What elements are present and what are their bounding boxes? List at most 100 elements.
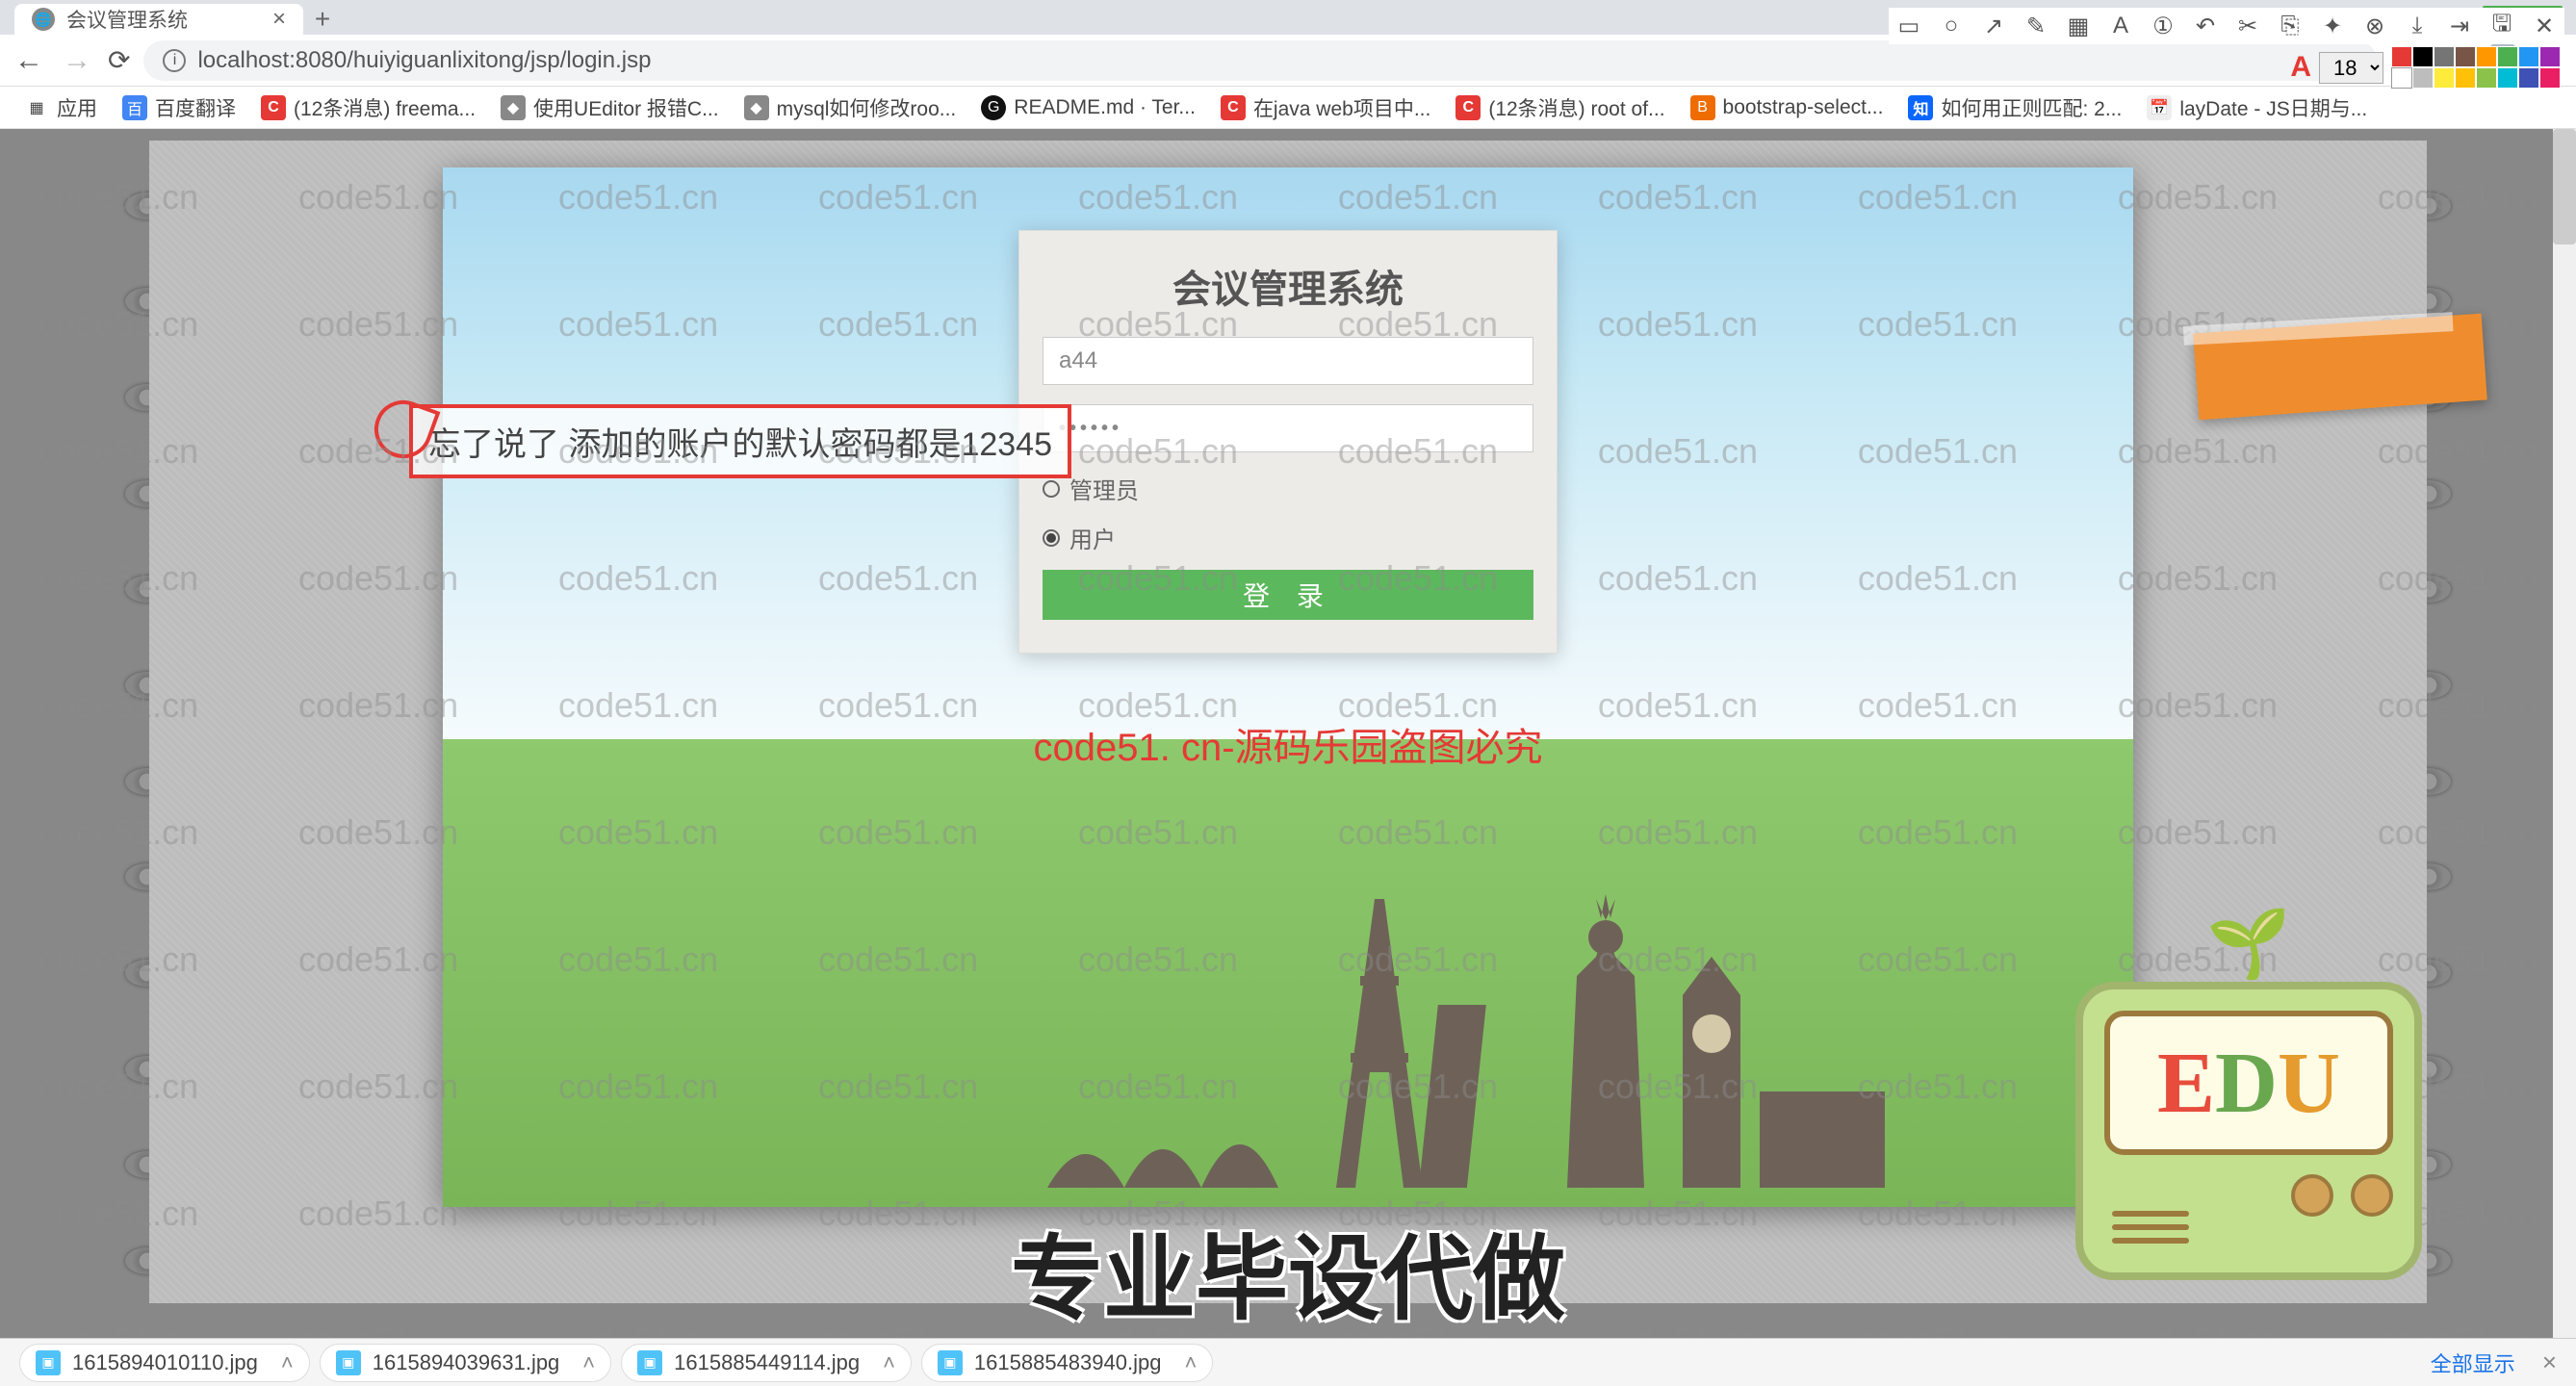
image-file-icon: ▣ <box>938 1350 963 1375</box>
reload-button[interactable]: ⟳ <box>108 44 130 76</box>
downloads-bar: ▣1615894010110.jpg˄ ▣1615894039631.jpg˄ … <box>0 1338 2576 1386</box>
download-item[interactable]: ▣1615894010110.jpg˄ <box>19 1344 310 1382</box>
color-swatch[interactable] <box>2412 67 2434 89</box>
text-style-icon[interactable]: A <box>2290 51 2311 84</box>
text-tool-icon[interactable]: A <box>2104 10 2137 42</box>
download-item[interactable]: ▣1615894039631.jpg˄ <box>320 1344 611 1382</box>
undo-icon[interactable]: ↶ <box>2189 10 2222 42</box>
radio-checked-icon <box>1043 529 1060 547</box>
arrow-tool-icon[interactable]: ↗ <box>1977 10 2010 42</box>
username-input[interactable]: a44 <box>1043 337 1533 385</box>
rect-tool-icon[interactable]: ▭ <box>1893 10 1925 42</box>
pen-tool-icon[interactable]: ✎ <box>2020 10 2052 42</box>
color-swatch[interactable] <box>2455 46 2476 67</box>
download-item[interactable]: ▣1615885483940.jpg˄ <box>921 1344 1213 1382</box>
site-icon: C <box>1221 95 1246 120</box>
color-swatch[interactable] <box>2476 67 2497 89</box>
bookmark-item[interactable]: 百百度翻译 <box>113 90 245 126</box>
role-radio-user[interactable]: 用户 <box>1043 521 1533 554</box>
tv-speaker-lines <box>2112 1211 2189 1244</box>
save-tool-icon[interactable]: 🖫 <box>2486 10 2518 42</box>
chevron-up-icon[interactable]: ˄ <box>281 1350 294 1375</box>
close-icon[interactable]: × <box>272 6 286 33</box>
color-swatch[interactable] <box>2391 46 2412 67</box>
bookmark-item[interactable]: C(12条消息) root of... <box>1446 90 1674 126</box>
login-button[interactable]: 登 录 <box>1043 570 1533 620</box>
bookmark-item[interactable]: 知如何用正则匹配: 2... <box>1898 90 2131 126</box>
bookmarks-bar: ▦应用 百百度翻译 C(12条消息) freema... ◆使用UEditor … <box>0 87 2576 129</box>
radio-icon <box>1043 480 1060 498</box>
site-icon: ◆ <box>744 95 769 120</box>
color-swatch[interactable] <box>2434 46 2455 67</box>
scrollbar-thumb[interactable] <box>2553 129 2576 244</box>
show-all-downloads-link[interactable]: 全部显示 <box>2431 1348 2515 1378</box>
url-text: localhost:8080/huiyiguanlixitong/jsp/log… <box>197 47 651 74</box>
download-item[interactable]: ▣1615885449114.jpg˄ <box>621 1344 912 1382</box>
color-swatches[interactable] <box>2391 46 2564 89</box>
role-radio-admin[interactable]: 管理员 <box>1043 472 1533 505</box>
color-swatch[interactable] <box>2434 67 2455 89</box>
bookmark-item[interactable]: ◆使用UEditor 报错C... <box>491 90 729 126</box>
site-icon: 百 <box>122 95 147 120</box>
ocr-tool-icon[interactable]: ⎘ <box>2274 10 2306 42</box>
landmarks-illustration <box>1028 783 1894 1207</box>
password-input[interactable]: •••••• <box>1043 404 1533 452</box>
color-swatch[interactable] <box>2476 46 2497 67</box>
color-swatch[interactable] <box>2539 46 2561 67</box>
color-swatch[interactable] <box>2391 67 2412 89</box>
copyright-overlay: code51. cn-源码乐园盗图必究 <box>1033 716 1542 772</box>
site-icon: B <box>1690 95 1715 120</box>
url-bar[interactable]: i localhost:8080/huiyiguanlixitong/jsp/l… <box>143 40 2376 81</box>
color-swatch[interactable] <box>2518 46 2539 67</box>
close-bar-icon[interactable]: × <box>2542 1348 2557 1377</box>
site-icon: ◆ <box>501 95 526 120</box>
color-swatch[interactable] <box>2497 46 2518 67</box>
color-swatch[interactable] <box>2455 67 2476 89</box>
bookmark-item[interactable]: 📅layDate - JS日期与... <box>2137 90 2377 126</box>
color-swatch[interactable] <box>2412 46 2434 67</box>
site-icon: 📅 <box>2147 95 2172 120</box>
annotation-callout[interactable]: 忘了说了 添加的账户的默认密码都是12345 <box>409 404 1071 478</box>
circle-tool-icon[interactable]: ○ <box>1935 10 1968 42</box>
sprout-icon: 🌱 <box>2206 905 2290 984</box>
site-icon: G <box>981 95 1006 120</box>
tab-title: 会议管理系统 <box>66 5 188 34</box>
pin-tool-icon[interactable]: ⊗ <box>2358 10 2391 42</box>
back-button[interactable]: ← <box>12 44 46 77</box>
image-file-icon: ▣ <box>637 1350 662 1375</box>
site-icon: 知 <box>1908 95 1933 120</box>
browser-tab[interactable]: 🌐 会议管理系统 × <box>14 4 303 35</box>
mosaic-tool-icon[interactable]: ▦ <box>2062 10 2095 42</box>
color-swatch[interactable] <box>2539 67 2561 89</box>
color-swatch[interactable] <box>2518 67 2539 89</box>
vertical-scrollbar[interactable] <box>2553 129 2576 1338</box>
forward-button[interactable]: → <box>60 44 94 77</box>
bookmark-item[interactable]: ◆mysql如何修改roo... <box>734 90 966 126</box>
bookmark-item[interactable]: C在java web项目中... <box>1211 90 1440 126</box>
number-tool-icon[interactable]: ① <box>2147 10 2179 42</box>
site-icon: C <box>261 95 286 120</box>
image-file-icon: ▣ <box>336 1350 361 1375</box>
video-caption: 专业毕设代做 <box>1011 1204 1565 1338</box>
login-card: 会议管理系统 a44 •••••• 管理员 用户 登 录 <box>1018 230 1558 654</box>
sticker-tool-icon[interactable]: ✂ <box>2231 10 2264 42</box>
font-size-select[interactable]: 18 <box>2319 52 2383 84</box>
bookmark-item[interactable]: Bbootstrap-select... <box>1681 91 1893 124</box>
chevron-up-icon[interactable]: ˄ <box>883 1350 895 1375</box>
page-content: 会议管理系统 a44 •••••• 管理员 用户 登 录 <box>0 129 2576 1338</box>
chevron-up-icon[interactable]: ˄ <box>1184 1350 1197 1375</box>
chevron-up-icon[interactable]: ˄ <box>582 1350 595 1375</box>
color-swatch[interactable] <box>2497 67 2518 89</box>
edu-tv-illustration: 🌱 E D U <box>2075 953 2422 1280</box>
new-tab-button[interactable]: + <box>303 4 342 35</box>
share-tool-icon[interactable]: ⇥ <box>2443 10 2476 42</box>
bookmark-item[interactable]: C(12条消息) freema... <box>251 90 485 126</box>
bookmark-item[interactable]: GREADME.md · Ter... <box>971 91 1205 124</box>
annotation-toolbar: ▭ ○ ↗ ✎ ▦ A ① ↶ ✂ ⎘ ✦ ⊗ ⤓ ⇥ 🖫 ✕ <box>1889 8 2564 44</box>
highlight-tool-icon[interactable]: ✦ <box>2316 10 2349 42</box>
apps-bookmark[interactable]: ▦应用 <box>14 90 107 126</box>
cancel-tool-icon[interactable]: ✕ <box>2528 10 2561 42</box>
upload-tool-icon[interactable]: ⤓ <box>2401 10 2434 42</box>
annotation-style-bar: A 18 <box>2290 46 2564 89</box>
site-info-icon[interactable]: i <box>163 49 186 72</box>
